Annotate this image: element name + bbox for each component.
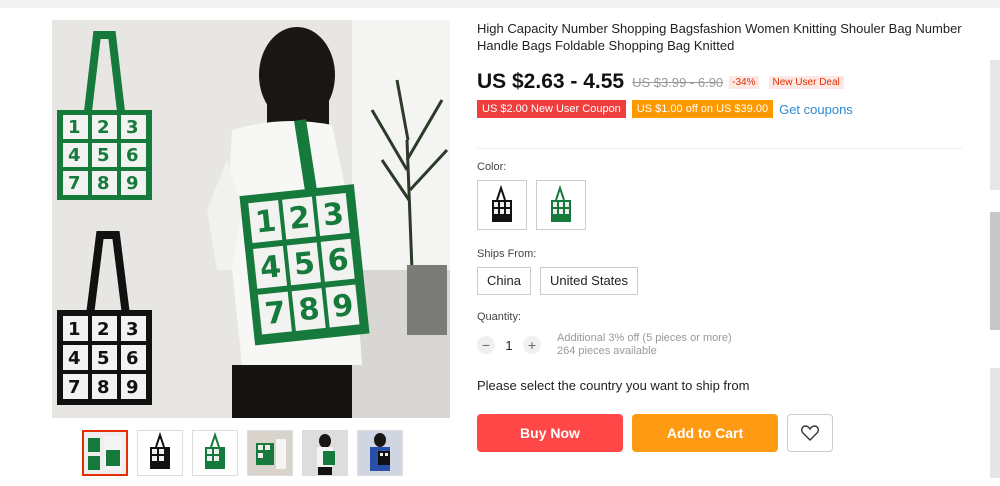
svg-text:5: 5 — [97, 348, 110, 369]
side-recommendation-3[interactable] — [990, 368, 1000, 478]
heart-icon — [801, 425, 819, 441]
svg-text:8: 8 — [297, 292, 321, 329]
svg-text:7: 7 — [68, 377, 81, 398]
current-price: US $2.63 - 4.55 — [477, 70, 625, 93]
discount-badge: -34% — [729, 75, 759, 89]
quantity-minus-button[interactable]: − — [477, 336, 495, 354]
svg-text:1: 1 — [254, 204, 278, 241]
section-divider — [477, 148, 962, 149]
green-bag-icon — [551, 185, 571, 222]
thumbnail-5[interactable] — [302, 430, 348, 476]
svg-text:5: 5 — [292, 246, 316, 283]
color-label: Color: — [477, 161, 507, 173]
quantity-note: Additional 3% off (5 pieces or more) 264… — [557, 332, 732, 358]
side-recommendation-2[interactable] — [990, 212, 1000, 330]
quantity-value[interactable]: 1 — [495, 338, 523, 353]
svg-text:6: 6 — [326, 242, 350, 279]
wishlist-button[interactable] — [787, 414, 833, 452]
quantity-plus-button[interactable]: + — [523, 336, 541, 354]
side-recommendation-1[interactable] — [990, 60, 1000, 190]
svg-text:5: 5 — [97, 145, 110, 166]
svg-text:9: 9 — [126, 173, 139, 194]
svg-text:9: 9 — [331, 288, 355, 325]
thumbnail-6[interactable] — [357, 430, 403, 476]
svg-text:8: 8 — [97, 173, 110, 194]
svg-text:3: 3 — [126, 319, 139, 340]
coupon-row: US $2.00 New User Coupon US $1.00 off on… — [477, 100, 967, 118]
price-row: US $2.63 - 4.55 US $3.99 - 6.90 -34% New… — [477, 70, 967, 94]
svg-text:9: 9 — [126, 377, 139, 398]
svg-text:4: 4 — [258, 249, 282, 286]
top-divider — [0, 0, 1000, 8]
color-swatches — [477, 180, 586, 230]
svg-text:2: 2 — [97, 319, 110, 340]
svg-text:4: 4 — [68, 348, 81, 369]
svg-text:6: 6 — [126, 348, 139, 369]
thumbnail-strip — [82, 430, 403, 476]
add-to-cart-button[interactable]: Add to Cart — [632, 414, 778, 452]
svg-text:3: 3 — [321, 196, 345, 233]
product-photo: 1 2 3 4 5 6 7 8 9 1 2 3 4 5 6 7 8 9 1 2 … — [52, 20, 450, 418]
thumbnail-4[interactable] — [247, 430, 293, 476]
svg-text:8: 8 — [97, 377, 110, 398]
action-buttons: Buy Now Add to Cart — [477, 414, 833, 452]
thumbnail-3[interactable] — [192, 430, 238, 476]
color-option-black[interactable] — [477, 180, 527, 230]
buy-now-button[interactable]: Buy Now — [477, 414, 623, 452]
quantity-stepper: − 1 + Additional 3% off (5 pieces or mor… — [477, 332, 732, 358]
svg-text:4: 4 — [68, 145, 81, 166]
ships-from-options: China United States — [477, 267, 639, 295]
store-coupon[interactable]: US $1.00 off on US $39.00 — [631, 100, 774, 118]
svg-text:1: 1 — [68, 319, 81, 340]
black-bag-icon — [492, 185, 512, 222]
svg-text:7: 7 — [68, 173, 81, 194]
ship-option-china[interactable]: China — [477, 267, 531, 295]
stock-available-note: 264 pieces available — [557, 345, 657, 357]
product-title: High Capacity Number Shopping Bagsfashio… — [477, 21, 962, 53]
svg-text:1: 1 — [68, 117, 81, 138]
quantity-label: Quantity: — [477, 311, 522, 323]
svg-text:2: 2 — [97, 117, 110, 138]
product-info-panel: High Capacity Number Shopping Bagsfashio… — [477, 20, 967, 452]
svg-text:2: 2 — [287, 200, 311, 237]
original-price: US $3.99 - 6.90 — [632, 74, 724, 90]
main-product-image[interactable]: 1 2 3 4 5 6 7 8 9 1 2 3 4 5 6 7 8 9 1 2 … — [52, 20, 450, 418]
color-option-green[interactable] — [536, 180, 586, 230]
thumbnail-2[interactable] — [137, 430, 183, 476]
ship-option-united-states[interactable]: United States — [539, 267, 639, 295]
ships-from-label: Ships From: — [477, 248, 537, 260]
thumbnail-1[interactable] — [82, 430, 128, 476]
new-user-deal-badge: New User Deal — [768, 75, 844, 89]
bulk-discount-note: Additional 3% off (5 pieces or more) — [557, 332, 732, 344]
svg-text:7: 7 — [263, 295, 287, 332]
svg-text:6: 6 — [126, 145, 139, 166]
new-user-coupon[interactable]: US $2.00 New User Coupon — [477, 100, 626, 118]
select-country-message: Please select the country you want to sh… — [477, 378, 750, 393]
get-coupons-link[interactable]: Get coupons — [779, 102, 853, 117]
svg-text:3: 3 — [126, 117, 139, 138]
